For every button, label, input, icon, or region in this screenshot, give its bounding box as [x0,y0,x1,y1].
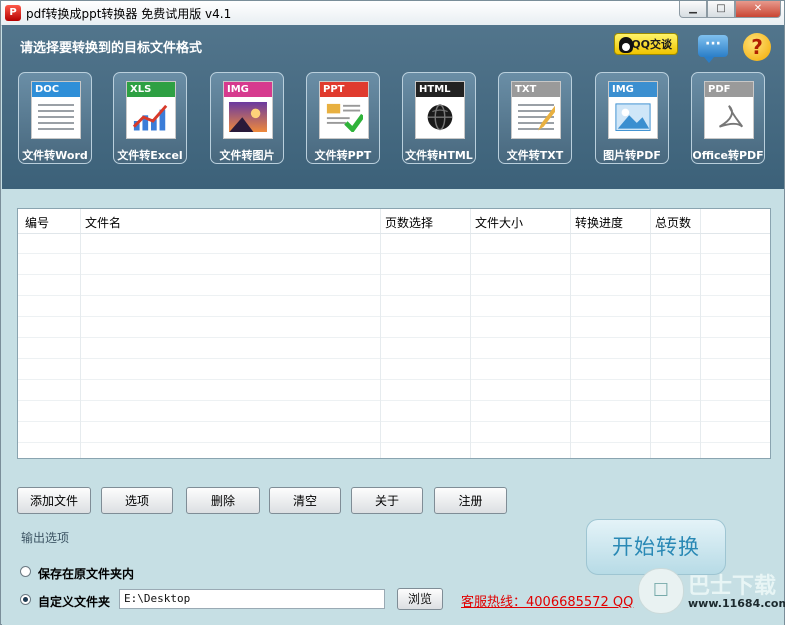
close-button[interactable]: ✕ [735,1,781,18]
maximize-button[interactable]: □ [707,1,735,18]
minimize-button[interactable]: ▁ [679,1,707,18]
qq-penguin-icon [619,37,633,53]
column-header-page-selection[interactable]: 页数选择 [385,214,433,231]
tile-label: 文件转PPT [314,149,372,162]
app-window: P pdf转换成ppt转换器 免费试用版 v4.1 ▁ □ ✕ 请选择要转换到的… [0,0,785,625]
about-button[interactable]: 关于 [351,487,423,514]
tile-tag: PPT [320,82,368,97]
output-path-field[interactable]: E:\Desktop [119,589,385,609]
tile-label: 图片转PDF [603,149,661,162]
help-icon[interactable]: ? [743,33,771,61]
tile-to-excel[interactable]: XLS 文件转Excel [113,72,187,164]
tile-to-txt[interactable]: TXT 文件转TXT [498,72,572,164]
tile-tag: IMG [224,82,272,97]
column-header-file-size[interactable]: 文件大小 [475,214,523,231]
table-header: 编号 文件名 页数选择 文件大小 转换进度 总页数 [18,209,770,234]
delete-button[interactable]: 删除 [186,487,260,514]
tile-tag: PDF [705,82,753,97]
tile-tag: XLS [127,82,175,97]
tile-label: 文件转Excel [117,149,183,162]
column-header-progress[interactable]: 转换进度 [575,214,623,231]
watermark-name: 巴士下载 [688,574,777,599]
file-list-table[interactable]: 编号 文件名 页数选择 文件大小 转换进度 总页数 [17,208,771,459]
message-bubble-icon[interactable]: ··· [698,35,728,63]
tile-label: 文件转HTML [405,149,473,162]
add-file-button[interactable]: 添加文件 [17,487,91,514]
format-header-panel: 请选择要转换到的目标文件格式 QQ交谈 ··· ? DOC 文件转Word XL… [2,25,784,189]
tile-to-html[interactable]: HTML 文件转HTML [402,72,476,164]
picture-icon: IMG [608,81,658,139]
radio-button[interactable] [20,594,31,605]
radio-label: 保存在原文件夹内 [38,567,135,581]
output-options-label: 输出选项 [21,531,70,545]
tile-office-to-pdf[interactable]: PDF Office转PDF [691,72,765,164]
clear-button[interactable]: 清空 [269,487,341,514]
browse-button[interactable]: 浏览 [397,588,443,610]
qq-chat-button[interactable]: QQ交谈 [614,33,678,55]
table-row [18,233,770,458]
radio-button[interactable] [20,566,31,577]
tile-to-ppt[interactable]: PPT 文件转PPT [306,72,380,164]
column-header-filename[interactable]: 文件名 [85,214,121,231]
title-bar: P pdf转换成ppt转换器 免费试用版 v4.1 ▁ □ ✕ [1,1,784,26]
radio-label: 自定义文件夹 [38,595,111,609]
window-controls: ▁ □ ✕ [679,1,781,18]
app-icon: P [5,5,21,21]
tile-label: Office转PDF [692,149,764,162]
watermark-url: www.11684.com [688,597,785,610]
tile-tag: DOC [32,82,80,97]
tile-label: 文件转TXT [506,149,564,162]
tile-to-word[interactable]: DOC 文件转Word [18,72,92,164]
excel-chart-icon: XLS [126,81,176,139]
site-watermark: ☐ 巴士下载 www.11684.com [638,566,785,616]
text-pen-icon: TXT [511,81,561,139]
column-header-total-pages[interactable]: 总页数 [655,214,691,231]
word-document-icon: DOC [31,81,81,139]
format-tiles: DOC 文件转Word XLS 文件转Excel IMG 文件转图片 PPT 文… [18,72,778,172]
tile-to-image[interactable]: IMG 文件转图片 [210,72,284,164]
header-title: 请选择要转换到的目标文件格式 [20,41,203,56]
ppt-check-icon: PPT [319,81,369,139]
tile-tag: TXT [512,82,560,97]
tile-tag: IMG [609,82,657,97]
window-title: pdf转换成ppt转换器 免费试用版 v4.1 [26,7,232,21]
tile-label: 文件转Word [22,149,88,162]
tile-tag: HTML [416,82,464,97]
globe-icon: HTML [415,81,465,139]
column-header-number[interactable]: 编号 [25,214,49,231]
image-icon: IMG [223,81,273,139]
watermark-logo-icon: ☐ [638,568,684,614]
hotline-link[interactable]: 客服热线：4006685572 QQ [461,591,633,610]
register-button[interactable]: 注册 [434,487,507,514]
qq-chat-label: QQ交谈 [631,38,672,51]
tile-label: 文件转图片 [219,149,275,162]
tile-image-to-pdf[interactable]: IMG 图片转PDF [595,72,669,164]
pdf-icon: PDF [704,81,754,139]
options-button[interactable]: 选项 [101,487,173,514]
main-panel: 编号 文件名 页数选择 文件大小 转换进度 总页数 添加文件 选项 删除 清空 … [2,189,785,625]
